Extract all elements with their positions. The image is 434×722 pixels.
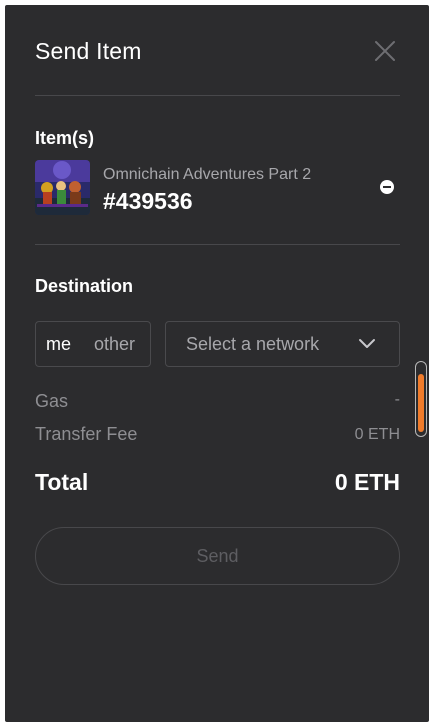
scrollbar-thumb[interactable]: [418, 374, 424, 432]
toggle-option-other[interactable]: other: [94, 334, 135, 355]
transfer-fee-label: Transfer Fee: [35, 424, 138, 444]
close-icon: [375, 41, 395, 61]
network-select-placeholder: Select a network: [186, 334, 320, 354]
network-select[interactable]: Select a network: [165, 321, 400, 367]
close-button[interactable]: [373, 39, 397, 63]
item-token-id: #439536: [103, 188, 193, 214]
transfer-fee-value: 0 ETH: [354, 426, 400, 443]
total-label: Total: [35, 469, 89, 495]
dialog-title: Send Item: [35, 38, 142, 64]
toggle-option-me[interactable]: me: [46, 334, 71, 355]
send-item-dialog: Send Item Item(s) Omnichain Adventures P…: [5, 5, 429, 722]
chevron-down-icon: [359, 339, 375, 348]
items-divider: [35, 244, 400, 245]
send-button[interactable]: Send: [35, 527, 400, 585]
item-thumbnail: [35, 160, 90, 215]
total-value: 0 ETH: [334, 469, 400, 495]
destination-label: Destination: [35, 276, 134, 296]
items-section-label: Item(s): [35, 128, 95, 148]
recipient-toggle: me other: [35, 321, 151, 367]
remove-item-button[interactable]: [380, 180, 394, 194]
gas-label: Gas: [35, 391, 69, 411]
header-divider: [35, 95, 400, 96]
scrollbar[interactable]: [415, 361, 427, 437]
item-collection-name: Omnichain Adventures Part 2: [103, 166, 312, 183]
gas-value: -: [394, 391, 400, 408]
